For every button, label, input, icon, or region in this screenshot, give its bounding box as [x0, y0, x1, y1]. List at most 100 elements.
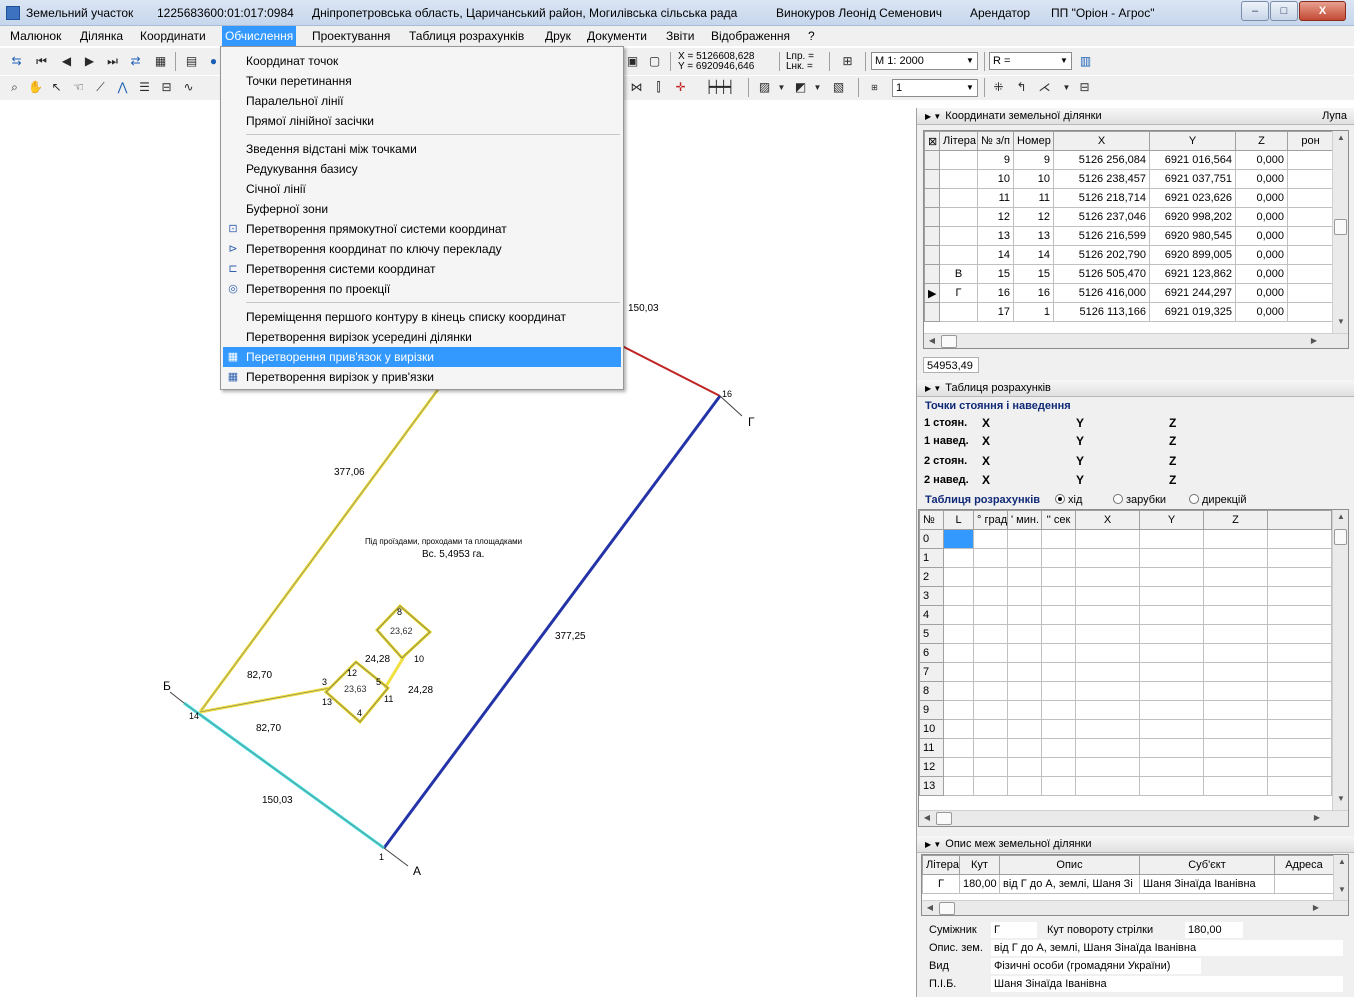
col-y[interactable]: Y	[1149, 131, 1236, 151]
col-deg[interactable]: ° град	[973, 510, 1008, 530]
scroll-left-icon[interactable]: ◀	[922, 903, 938, 912]
calc-panel-header[interactable]: ▶ ▼ Таблиця розрахунків	[917, 380, 1354, 397]
first-record-icon[interactable]: ⏮	[33, 53, 50, 70]
col-litera[interactable]: Літера	[922, 855, 960, 875]
table-row[interactable]: 6	[919, 643, 1332, 663]
menu-proektuvannya[interactable]: Проектування	[309, 26, 393, 46]
draw-line-icon[interactable]: ⟋	[92, 79, 109, 96]
insert-row-icon[interactable]: ⇄	[127, 53, 144, 70]
angle-tool-icon[interactable]: ⋌	[1036, 79, 1053, 96]
table-row[interactable]: 17 1 5126 113,166 6921 019,325 0,000	[924, 302, 1334, 322]
prev-record-icon[interactable]: ◀	[58, 53, 75, 70]
minimize-button[interactable]: –	[1241, 1, 1269, 21]
scroll-thumb[interactable]	[1334, 529, 1347, 545]
network-icon[interactable]: ⊟	[158, 79, 175, 96]
col-kut[interactable]: Кут	[959, 855, 1000, 875]
fill-style-icon[interactable]: ◩	[792, 79, 809, 96]
table-row[interactable]: 11	[919, 738, 1332, 758]
scroll-right-icon[interactable]: ▶	[1308, 903, 1324, 912]
col-n[interactable]: № з/п	[977, 131, 1014, 151]
select-all-cell[interactable]: ⊠	[924, 131, 940, 151]
radio-hid[interactable]: хід	[1055, 494, 1082, 506]
menu-item-buffer-zone[interactable]: Буферної зони	[223, 199, 621, 219]
table-row[interactable]: 14 14 5126 202,790 6920 899,005 0,000	[924, 245, 1334, 265]
layer-number-icon[interactable]: ⊞	[866, 79, 883, 96]
active-cell[interactable]	[943, 529, 974, 549]
bounds-panel-header[interactable]: ▶ ▼ Опис меж земельної ділянки	[917, 836, 1354, 853]
table-row[interactable]: 8	[919, 681, 1332, 701]
grid-tool-icon[interactable]: ⁜	[990, 79, 1007, 96]
chevron-down-icon[interactable]: ▼	[773, 79, 790, 96]
desc-field[interactable]: від Г до А, землі, Шаня Зінаїда Іванівна	[991, 940, 1343, 956]
radio-dyrektsiy[interactable]: дирекцій	[1189, 494, 1247, 506]
table-row[interactable]: 12	[919, 757, 1332, 777]
next-record-icon[interactable]: ▶	[81, 53, 98, 70]
col-litera[interactable]: Літера	[939, 131, 978, 151]
menu-tablytsya[interactable]: Таблиця розрахунків	[406, 26, 527, 46]
menu-dilyanka[interactable]: Ділянка	[77, 26, 126, 46]
coords-vscroll[interactable]: ▲ ▼	[1332, 131, 1348, 333]
print-icon[interactable]: ▣	[624, 53, 641, 70]
menu-item-intersection[interactable]: Точки перетинання	[223, 71, 621, 91]
calc-vscroll[interactable]: ▲ ▼	[1332, 510, 1348, 810]
last-record-icon[interactable]: ⏭	[104, 53, 121, 70]
menu-item-base-reduction[interactable]: Редукування базису	[223, 159, 621, 179]
menu-dokumenty[interactable]: Документи	[584, 26, 650, 46]
table-tool-icon[interactable]: ⊟	[1076, 79, 1093, 96]
menu-item-system-transform[interactable]: ⊏ Перетворення системи координат	[223, 259, 621, 279]
pointer-icon[interactable]: ↖	[48, 79, 65, 96]
insert-point-icon[interactable]: ⇆	[8, 53, 25, 70]
col-subject[interactable]: Суб'єкт	[1139, 855, 1275, 875]
table-row[interactable]: 11 11 5126 218,714 6921 023,626 0,000	[924, 188, 1334, 208]
window-icon[interactable]: ▢	[646, 53, 663, 70]
calc-hscroll[interactable]: ◀ ▶	[919, 810, 1348, 826]
table-row[interactable]: 0	[919, 529, 1332, 549]
col-number[interactable]: Номер	[1013, 131, 1054, 151]
col-min[interactable]: ' мин.	[1007, 510, 1042, 530]
calc-device-icon[interactable]: ▥	[1077, 53, 1094, 70]
close-button[interactable]: X	[1299, 1, 1346, 21]
table-row[interactable]: 4	[919, 605, 1332, 625]
col-x[interactable]: X	[1075, 510, 1140, 530]
menu-item-move-first-contour[interactable]: Переміщення першого контуру в кінець спи…	[223, 307, 621, 327]
col-x[interactable]: X	[1053, 131, 1150, 151]
scroll-up-icon[interactable]: ▲	[1333, 512, 1348, 521]
scroll-left-icon[interactable]: ◀	[919, 813, 935, 822]
menu-malyunok[interactable]: Малюнок	[7, 26, 64, 46]
bounds-vscroll[interactable]: ▲ ▼	[1333, 855, 1348, 900]
table-row[interactable]: 1	[919, 548, 1332, 568]
menu-item-parallel-line[interactable]: Паралельної лінії	[223, 91, 621, 111]
table-row[interactable]: 13	[919, 776, 1332, 796]
coords-panel-header[interactable]: ▶ ▼ Координати земельної ділянки Лупа	[917, 108, 1354, 125]
menu-zvity[interactable]: Звіти	[663, 26, 698, 46]
layer-select[interactable]: 1 ▼	[892, 79, 978, 97]
scroll-right-icon[interactable]: ▶	[1306, 336, 1322, 345]
menu-item-point-coords[interactable]: Координат точок	[223, 51, 621, 71]
menu-item-projection-transform[interactable]: ◎ Перетворення по проекції	[223, 279, 621, 299]
col-sec[interactable]: '' сек	[1041, 510, 1076, 530]
scroll-up-icon[interactable]: ▲	[1333, 133, 1348, 142]
menu-koordynaty[interactable]: Координати	[137, 26, 209, 46]
scroll-down-icon[interactable]: ▼	[1333, 794, 1348, 803]
bounds-table[interactable]: Літера Кут Опис Суб'єкт Адреса Г 180,00 …	[921, 854, 1349, 916]
menu-item-bindings-to-cutouts[interactable]: ▦ Перетворення прив'язок у вирізки	[223, 347, 621, 367]
col-z[interactable]: Z	[1203, 510, 1268, 530]
arrow-tool-icon[interactable]: ↰	[1013, 79, 1030, 96]
chevron-down-icon[interactable]: ▼	[1058, 79, 1075, 96]
layers-icon[interactable]: ▧	[830, 79, 847, 96]
menu-item-distance-reduction[interactable]: Зведення відстані між точками	[223, 139, 621, 159]
menu-druk[interactable]: Друк	[542, 26, 574, 46]
coords-table[interactable]: ⊠ Літера № з/п Номер X Y Z рон 9 9 5126 25…	[923, 130, 1349, 349]
scroll-down-icon[interactable]: ▼	[1333, 317, 1348, 326]
scroll-right-icon[interactable]: ▶	[1309, 813, 1325, 822]
chevron-down-icon[interactable]: ▼	[809, 79, 826, 96]
menu-help[interactable]: ?	[805, 26, 818, 46]
pan-icon[interactable]: ✋	[27, 79, 44, 96]
scroll-thumb[interactable]	[936, 812, 952, 825]
col-extra[interactable]: рон	[1287, 131, 1334, 151]
menu-item-rect-coord-transform[interactable]: ⊡ Перетворення прямокутної системи коорди…	[223, 219, 621, 239]
maximize-button[interactable]: □	[1270, 1, 1298, 21]
lupa-button[interactable]: Лупа	[1322, 108, 1347, 125]
polyline-icon[interactable]: ⋀	[114, 79, 131, 96]
type-field[interactable]: Фізичні особи (громадяни України)	[991, 958, 1201, 974]
